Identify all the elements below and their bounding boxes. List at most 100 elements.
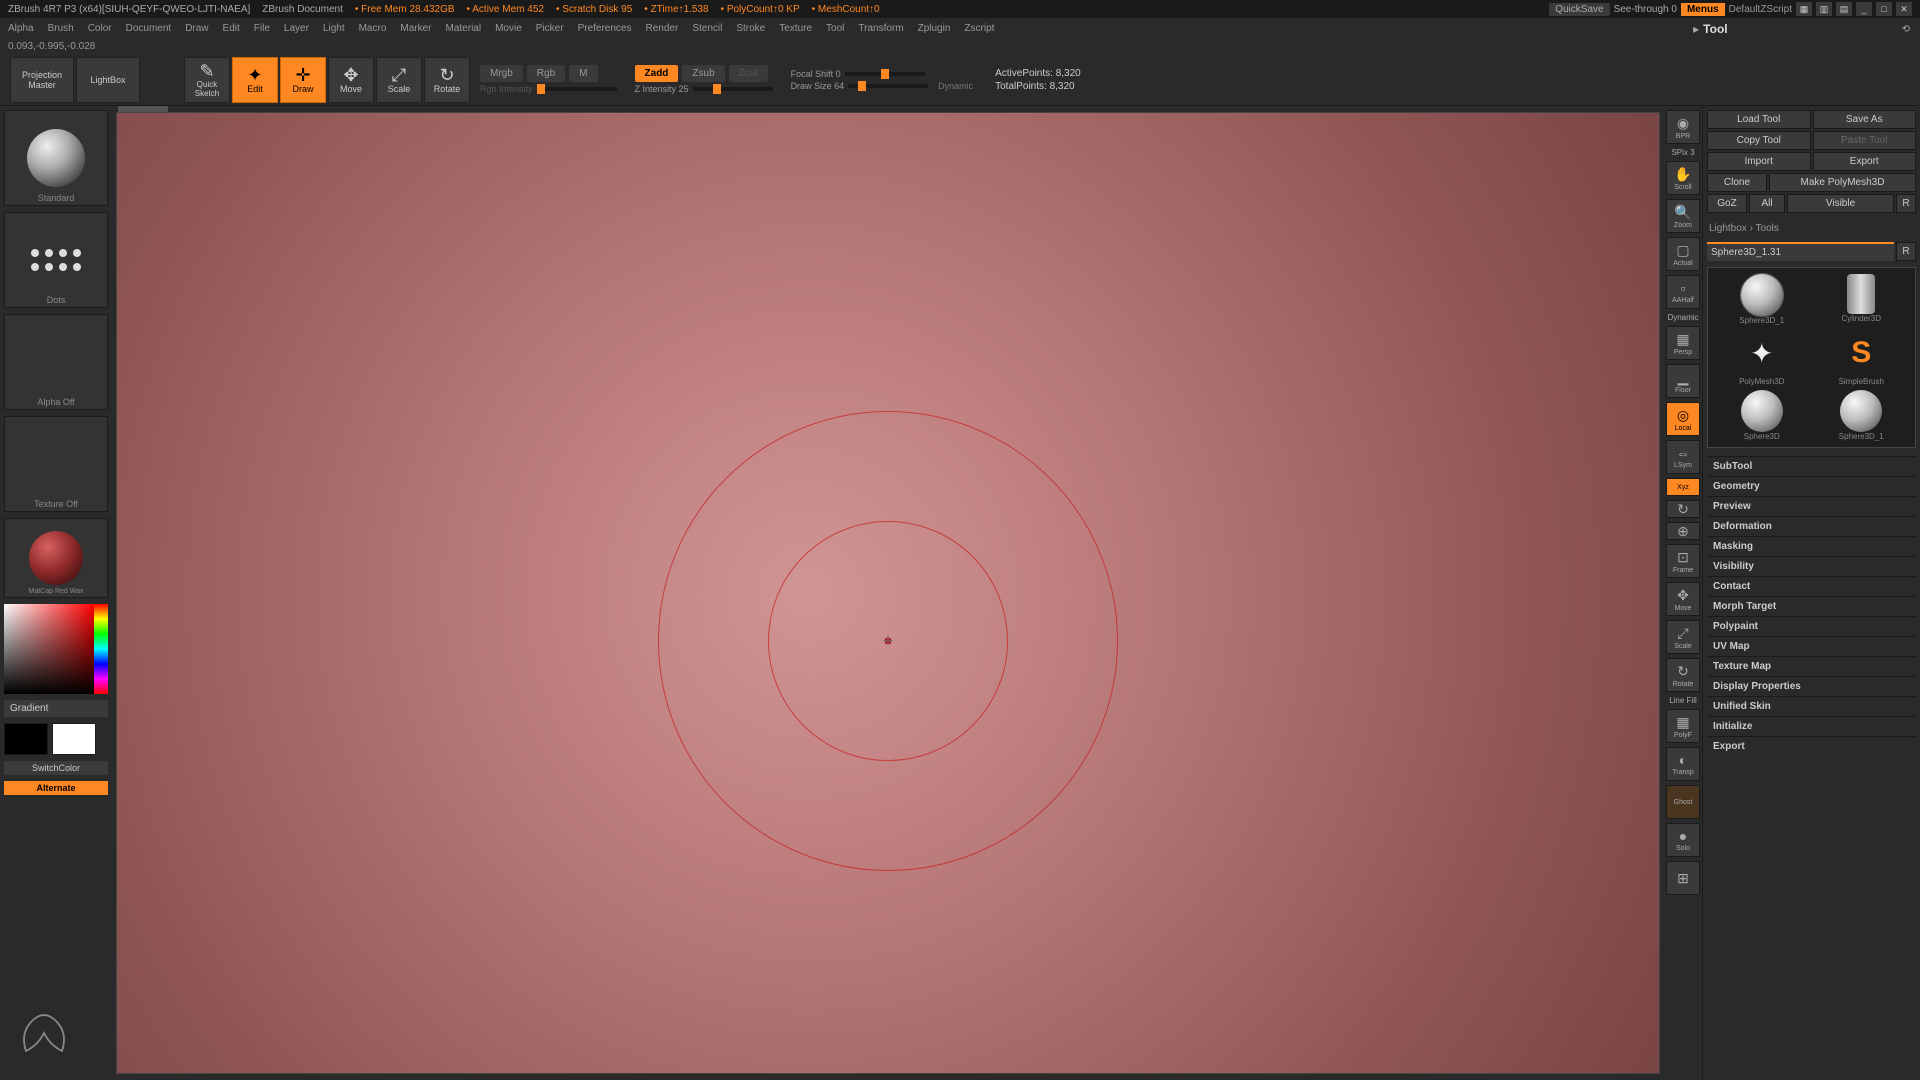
bpr-button[interactable]: ◉BPR — [1666, 110, 1700, 144]
layout-button-2[interactable]: ▥ — [1816, 2, 1832, 16]
projection-master-button[interactable]: Projection Master — [10, 57, 74, 103]
zcut-button[interactable]: Zcut — [729, 65, 768, 82]
import-button[interactable]: Import — [1707, 152, 1811, 171]
menu-stroke[interactable]: Stroke — [736, 23, 765, 34]
tool-simplebrush[interactable]: SSimpleBrush — [1814, 329, 1910, 386]
xyz-button[interactable]: Xyz — [1666, 478, 1700, 496]
secondary-color-swatch[interactable] — [4, 723, 48, 755]
focal-shift-slider[interactable]: Focal Shift 0 — [791, 69, 974, 79]
menu-preferences[interactable]: Preferences — [578, 23, 632, 34]
move-nav-button[interactable]: ✥Move — [1666, 582, 1700, 616]
draw-button[interactable]: ✛Draw — [280, 57, 326, 103]
m-button[interactable]: M — [569, 65, 597, 82]
switchcolor-button[interactable]: SwitchColor — [4, 761, 108, 775]
texture-selector[interactable]: Texture Off — [4, 416, 108, 512]
actual-button[interactable]: ▢Actual — [1666, 237, 1700, 271]
rgb-button[interactable]: Rgb — [527, 65, 565, 82]
minimize-button[interactable]: _ — [1856, 2, 1872, 16]
stroke-selector[interactable]: Dots — [4, 212, 108, 308]
extra-button[interactable]: ⊞ — [1666, 861, 1700, 895]
lightbox-button[interactable]: LightBox — [76, 57, 140, 103]
maximize-button[interactable]: □ — [1876, 2, 1892, 16]
section-visibility[interactable]: Visibility — [1707, 556, 1916, 576]
quicksketch-button[interactable]: ✎Quick Sketch — [184, 57, 230, 103]
panel-pin-icon[interactable]: ⟲ — [1902, 24, 1910, 35]
tool-polymesh3d[interactable]: ✦PolyMesh3D — [1714, 329, 1810, 386]
layout-button-1[interactable]: ▦ — [1796, 2, 1812, 16]
brush-selector[interactable]: Standard — [4, 110, 108, 206]
menu-zplugin[interactable]: Zplugin — [918, 23, 951, 34]
goz-all-button[interactable]: All — [1749, 194, 1785, 213]
menu-picker[interactable]: Picker — [536, 23, 564, 34]
gradient-button[interactable]: Gradient — [4, 700, 108, 717]
menu-alpha[interactable]: Alpha — [8, 23, 34, 34]
menu-stencil[interactable]: Stencil — [692, 23, 722, 34]
section-uv-map[interactable]: UV Map — [1707, 636, 1916, 656]
menu-marker[interactable]: Marker — [400, 23, 431, 34]
floor-button[interactable]: ▁Floor — [1666, 364, 1700, 398]
menu-transform[interactable]: Transform — [858, 23, 903, 34]
panel-collapse-icon[interactable]: ▸ — [1693, 22, 1699, 36]
orbit-button[interactable]: ↻ — [1666, 500, 1700, 518]
edit-button[interactable]: ✦Edit — [232, 57, 278, 103]
zoom2-button[interactable]: ⊕ — [1666, 522, 1700, 540]
local-button[interactable]: ◎Local — [1666, 402, 1700, 436]
draw-size-slider[interactable]: Draw Size 64 Dynamic — [791, 81, 974, 91]
section-geometry[interactable]: Geometry — [1707, 476, 1916, 496]
menu-texture[interactable]: Texture — [779, 23, 812, 34]
section-texture-map[interactable]: Texture Map — [1707, 656, 1916, 676]
zadd-button[interactable]: Zadd — [635, 65, 679, 82]
z-intensity-slider[interactable]: Z Intensity 25 — [635, 84, 773, 94]
section-morph-target[interactable]: Morph Target — [1707, 596, 1916, 616]
menu-layer[interactable]: Layer — [284, 23, 309, 34]
tool-sphere3d[interactable]: Sphere3D — [1714, 390, 1810, 441]
quicksave-button[interactable]: QuickSave — [1549, 3, 1609, 16]
menus-toggle[interactable]: Menus — [1681, 3, 1725, 16]
tool-sphere3d-1b[interactable]: Sphere3D_1 — [1814, 390, 1910, 441]
rgb-intensity-slider[interactable]: Rgb Intensity — [480, 84, 617, 94]
rotate-button[interactable]: ↻Rotate — [424, 57, 470, 103]
section-deformation[interactable]: Deformation — [1707, 516, 1916, 536]
aahalf-button[interactable]: ▫AAHalf — [1666, 275, 1700, 309]
material-selector[interactable]: MatCap Red Wax — [4, 518, 108, 598]
solo-button[interactable]: ●Solo — [1666, 823, 1700, 857]
ghost-button[interactable]: Ghost — [1666, 785, 1700, 819]
export-button[interactable]: Export — [1813, 152, 1917, 171]
seethrough[interactable]: See-through 0 — [1614, 4, 1677, 15]
tool-cylinder3d[interactable]: Cylinder3D — [1814, 274, 1910, 325]
transp-button[interactable]: ◐Transp — [1666, 747, 1700, 781]
scale-button[interactable]: ⤢Scale — [376, 57, 422, 103]
section-masking[interactable]: Masking — [1707, 536, 1916, 556]
goz-button[interactable]: GoZ — [1707, 194, 1747, 213]
section-export[interactable]: Export — [1707, 736, 1916, 756]
move-button[interactable]: ✥Move — [328, 57, 374, 103]
layout-button-3[interactable]: ▤ — [1836, 2, 1852, 16]
menu-render[interactable]: Render — [646, 23, 679, 34]
alpha-selector[interactable]: Alpha Off — [4, 314, 108, 410]
clone-button[interactable]: Clone — [1707, 173, 1767, 192]
dynamic-label[interactable]: Dynamic — [938, 81, 973, 91]
menu-zscript[interactable]: Zscript — [964, 23, 994, 34]
copy-tool-button[interactable]: Copy Tool — [1707, 131, 1811, 150]
make-polymesh-button[interactable]: Make PolyMesh3D — [1769, 173, 1916, 192]
frame-button[interactable]: ⊡Frame — [1666, 544, 1700, 578]
menu-color[interactable]: Color — [88, 23, 112, 34]
section-subtool[interactable]: SubTool — [1707, 456, 1916, 476]
polyf-button[interactable]: ▦PolyF — [1666, 709, 1700, 743]
load-tool-button[interactable]: Load Tool — [1707, 110, 1811, 129]
paste-tool-button[interactable]: Paste Tool — [1813, 131, 1917, 150]
zoom-button[interactable]: 🔍Zoom — [1666, 199, 1700, 233]
tool-sphere3d-1[interactable]: Sphere3D_1 — [1714, 274, 1810, 325]
menu-brush[interactable]: Brush — [48, 23, 74, 34]
menu-movie[interactable]: Movie — [495, 23, 522, 34]
lsym-button[interactable]: ⇔LSym — [1666, 440, 1700, 474]
section-contact[interactable]: Contact — [1707, 576, 1916, 596]
zsub-button[interactable]: Zsub — [682, 65, 724, 82]
section-polypaint[interactable]: Polypaint — [1707, 616, 1916, 636]
section-display-properties[interactable]: Display Properties — [1707, 676, 1916, 696]
menu-file[interactable]: File — [254, 23, 270, 34]
menu-document[interactable]: Document — [126, 23, 172, 34]
mrgb-button[interactable]: Mrgb — [480, 65, 523, 82]
menu-edit[interactable]: Edit — [223, 23, 240, 34]
menu-tool[interactable]: Tool — [826, 23, 844, 34]
